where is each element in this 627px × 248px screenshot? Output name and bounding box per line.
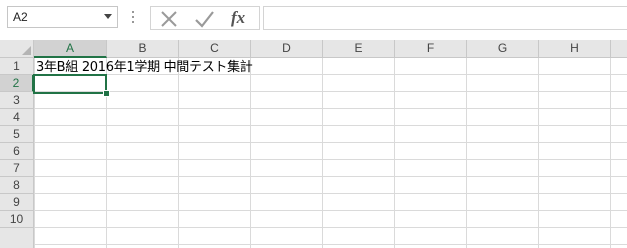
row-header-8[interactable]: 8 xyxy=(0,177,34,194)
fill-handle[interactable] xyxy=(103,90,110,97)
formula-input[interactable] xyxy=(263,6,627,30)
column-header-a[interactable]: A xyxy=(34,40,107,58)
column-header-f[interactable]: F xyxy=(395,40,467,58)
row-header-6[interactable]: 6 xyxy=(0,143,34,160)
row-header-1[interactable]: 1 xyxy=(0,58,34,75)
enter-check-icon[interactable] xyxy=(193,9,215,29)
column-header-e[interactable]: E xyxy=(323,40,395,58)
worksheet-grid: A B C D E F G H 1 2 3 4 5 6 7 8 9 10 3年B… xyxy=(0,40,627,248)
row-header-4[interactable]: 4 xyxy=(0,109,34,126)
select-all-button[interactable] xyxy=(0,40,34,58)
name-box-value: A2 xyxy=(13,10,28,24)
column-header-c[interactable]: C xyxy=(179,40,251,58)
active-cell-a2[interactable] xyxy=(33,74,107,94)
row-header-7[interactable]: 7 xyxy=(0,160,34,177)
column-header-g[interactable]: G xyxy=(467,40,539,58)
row-header-10[interactable]: 10 xyxy=(0,211,34,228)
column-header-h[interactable]: H xyxy=(539,40,611,58)
more-options-icon[interactable] xyxy=(132,9,135,25)
row-header-3[interactable]: 3 xyxy=(0,92,34,109)
column-header-b[interactable]: B xyxy=(107,40,179,58)
formula-buttons: fx xyxy=(150,6,260,30)
column-header-d[interactable]: D xyxy=(251,40,323,58)
column-header-partial[interactable] xyxy=(611,40,627,58)
row-header-partial[interactable] xyxy=(0,228,34,248)
row-header-2[interactable]: 2 xyxy=(0,75,34,92)
select-all-triangle-icon xyxy=(22,46,31,55)
row-header-9[interactable]: 9 xyxy=(0,194,34,211)
name-box[interactable]: A2 xyxy=(7,6,118,28)
insert-function-button[interactable]: fx xyxy=(231,9,257,29)
chevron-down-icon[interactable] xyxy=(104,14,112,19)
formula-bar: A2 fx xyxy=(0,0,627,36)
cell-grid[interactable] xyxy=(34,58,627,248)
row-header-5[interactable]: 5 xyxy=(0,126,34,143)
cancel-icon[interactable] xyxy=(158,9,180,29)
